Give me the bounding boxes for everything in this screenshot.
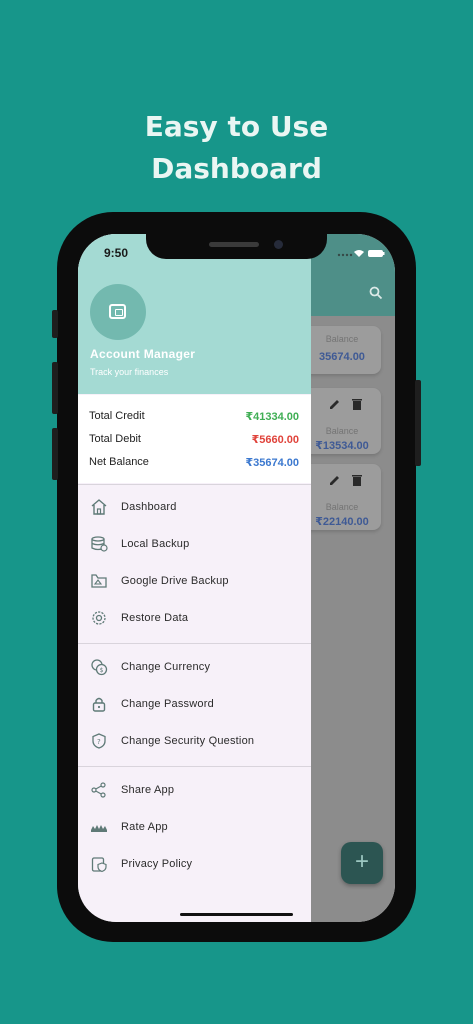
edit-delete-icons[interactable]	[329, 398, 365, 413]
menu-item-dashboard[interactable]: Dashboard	[78, 492, 311, 524]
status-icons	[336, 248, 386, 261]
notch	[146, 234, 327, 259]
total-balance-card: Balance 35674.00	[303, 326, 381, 374]
menu-item-change-security-question[interactable]: ? Change Security Question	[78, 726, 311, 758]
net-balance-row: Net Balance ₹35674.00	[89, 456, 299, 469]
volume-down-button	[52, 428, 58, 480]
home-icon	[90, 498, 108, 516]
shield-icon: ?	[90, 732, 108, 750]
balance-summary: Total Credit ₹41334.00 Total Debit ₹5660…	[78, 395, 311, 483]
phone-screen: Balance 35674.00 Balance ₹13534.00 Balan…	[78, 234, 395, 922]
balance-label: Balance	[325, 334, 359, 344]
menu-label: Local Backup	[121, 538, 190, 550]
add-account-button[interactable]: +	[341, 842, 383, 884]
total-debit-row: Total Debit ₹5660.00	[89, 433, 299, 446]
wallet-icon	[109, 304, 126, 319]
divider	[78, 766, 311, 767]
privacy-icon	[90, 855, 108, 873]
total-credit-value: ₹41334.00	[245, 411, 299, 423]
menu-item-google-drive-backup[interactable]: Google Drive Backup	[78, 566, 311, 598]
menu-item-local-backup[interactable]: Local Backup	[78, 529, 311, 561]
menu-label: Change Security Question	[121, 735, 255, 747]
menu-label: Restore Data	[121, 612, 189, 624]
menu-label: Change Currency	[121, 661, 211, 673]
account-card[interactable]: Balance ₹13534.00	[303, 388, 381, 454]
menu-item-restore-data[interactable]: Restore Data	[78, 603, 311, 635]
net-balance-value: ₹35674.00	[245, 457, 299, 469]
divider	[78, 643, 311, 644]
account-card[interactable]: Balance ₹22140.00	[303, 464, 381, 530]
mute-switch	[52, 310, 58, 338]
menu-label: Dashboard	[121, 501, 177, 513]
app-subtitle: Track your finances	[90, 367, 169, 377]
app-name: Account Manager	[90, 347, 196, 361]
speaker	[209, 242, 259, 247]
menu-label: Change Password	[121, 698, 214, 710]
home-indicator	[180, 913, 293, 916]
summary-label: Total Debit	[89, 433, 141, 445]
app-avatar	[90, 284, 146, 340]
summary-label: Net Balance	[89, 456, 149, 468]
menu-label: Privacy Policy	[121, 858, 193, 870]
promo-headline: Easy to Use Dashboard	[0, 106, 473, 190]
svg-text:?: ?	[97, 738, 101, 746]
settings-icon	[90, 609, 108, 627]
camera	[274, 240, 283, 249]
status-time: 9:50	[104, 246, 129, 260]
edit-delete-icons[interactable]	[329, 474, 365, 489]
search-icon[interactable]	[369, 286, 383, 303]
plus-icon: +	[354, 848, 369, 875]
menu-item-change-password[interactable]: Change Password	[78, 689, 311, 721]
svg-text:$: $	[100, 667, 104, 674]
total-balance-amount: 35674.00	[319, 351, 365, 363]
volume-up-button	[52, 362, 58, 414]
balance-label: Balance	[325, 426, 359, 436]
total-debit-value: ₹5660.00	[251, 434, 299, 446]
power-button	[415, 380, 421, 466]
menu-label: Share App	[121, 784, 175, 796]
menu-label: Google Drive Backup	[121, 575, 229, 587]
menu-item-privacy-policy[interactable]: Privacy Policy	[78, 849, 311, 881]
drive-icon	[90, 572, 108, 590]
lock-icon	[90, 695, 108, 713]
balance-label: Balance	[325, 502, 359, 512]
currency-icon: $	[90, 658, 108, 676]
summary-label: Total Credit	[89, 410, 145, 422]
menu-item-change-currency[interactable]: $ Change Currency	[78, 652, 311, 684]
rating-icon	[90, 818, 108, 836]
menu-label: Rate App	[121, 821, 168, 833]
menu-item-share-app[interactable]: Share App	[78, 775, 311, 807]
menu-item-rate-app[interactable]: Rate App	[78, 812, 311, 844]
promo-line-1: Easy to Use	[144, 110, 329, 143]
navigation-drawer: 9:50 Account Manager Track your finances…	[78, 234, 311, 922]
account-balance: ₹22140.00	[315, 516, 369, 528]
total-credit-row: Total Credit ₹41334.00	[89, 410, 299, 423]
share-icon	[90, 781, 108, 799]
database-icon	[90, 535, 108, 553]
promo-line-2: Dashboard	[151, 152, 322, 185]
account-balance: ₹13534.00	[315, 440, 369, 452]
divider	[78, 484, 311, 485]
